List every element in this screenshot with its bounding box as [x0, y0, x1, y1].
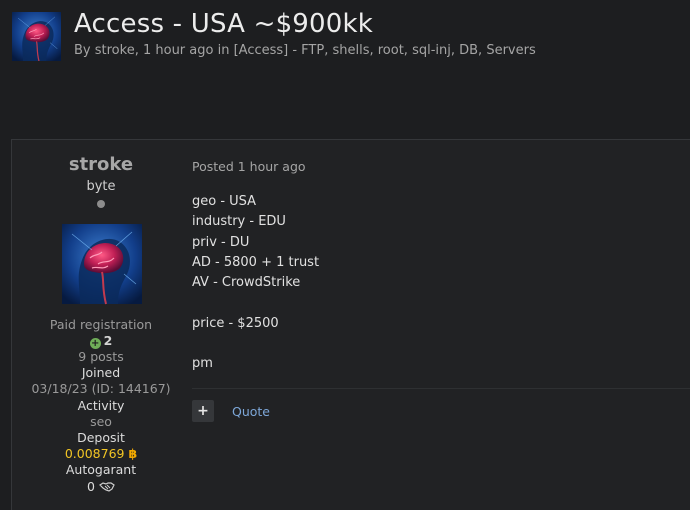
body-line [192, 293, 319, 313]
body-line: AV - CrowdStrike [192, 275, 301, 291]
forum-link[interactable]: [Access] - FTP, shells, root, sql-inj, D… [234, 43, 536, 58]
author-name[interactable]: stroke [12, 154, 190, 175]
meta-time: , 1 hour ago in [134, 43, 234, 58]
handshake-icon [99, 479, 115, 494]
body-line: geo - USA [192, 194, 257, 209]
quote-button[interactable]: Quote [232, 404, 270, 419]
body-line: pm [192, 356, 213, 372]
post-date[interactable]: Posted 1 hour ago [192, 159, 306, 174]
post-content: Posted 1 hour ago geo - USA industry - E… [192, 140, 690, 510]
topic-author-link[interactable]: stroke [95, 43, 135, 58]
reputation-value: 2 [103, 333, 113, 348]
plus-circle-icon: + [89, 338, 101, 349]
activity-value: seo [90, 414, 112, 429]
reputation[interactable]: +2 [12, 333, 190, 349]
joined-label: Joined [81, 365, 121, 380]
body-line: priv - DU [192, 234, 250, 250]
author-avatar[interactable] [62, 223, 142, 305]
deposit-row: 0.008769 ฿ [12, 446, 190, 461]
topic-header: Access - USA ~$900kk By stroke, 1 hour a… [0, 0, 690, 70]
joined-value: 03/18/23 (ID: 144167) [31, 381, 171, 396]
post-count: 9 posts [78, 349, 124, 364]
autogarant-value: 0 [87, 479, 95, 494]
meta-by: By [74, 43, 95, 58]
activity-label: Activity [77, 398, 125, 413]
author-avatar-small[interactable] [12, 12, 61, 61]
status-dot-icon [97, 200, 105, 208]
deposit-value: 0.008769 [64, 446, 125, 461]
body-line: AD - 5800 + 1 trust [192, 254, 320, 270]
author-pane: stroke byte Paid registration +2 9 posts… [12, 140, 190, 510]
post-body: geo - USA industry - EDU priv - DU AD - … [192, 192, 319, 375]
topic-title: Access - USA ~$900kk [74, 9, 374, 39]
body-line: industry - EDU [192, 214, 286, 230]
autogarant-row: 0 [12, 479, 190, 494]
bitcoin-icon: ฿ [128, 446, 138, 461]
multiquote-button[interactable]: + [192, 400, 214, 422]
post: stroke byte Paid registration +2 9 posts… [11, 139, 690, 510]
topic-meta: By stroke, 1 hour ago in [Access] - FTP,… [74, 43, 536, 58]
autogarant-label: Autogarant [65, 462, 137, 477]
author-rank: byte [86, 179, 116, 194]
body-line: price - $2500 [192, 315, 279, 331]
author-group: Paid registration [49, 317, 153, 332]
body-line [192, 334, 319, 354]
post-divider [192, 388, 690, 389]
deposit-label: Deposit [77, 430, 125, 445]
